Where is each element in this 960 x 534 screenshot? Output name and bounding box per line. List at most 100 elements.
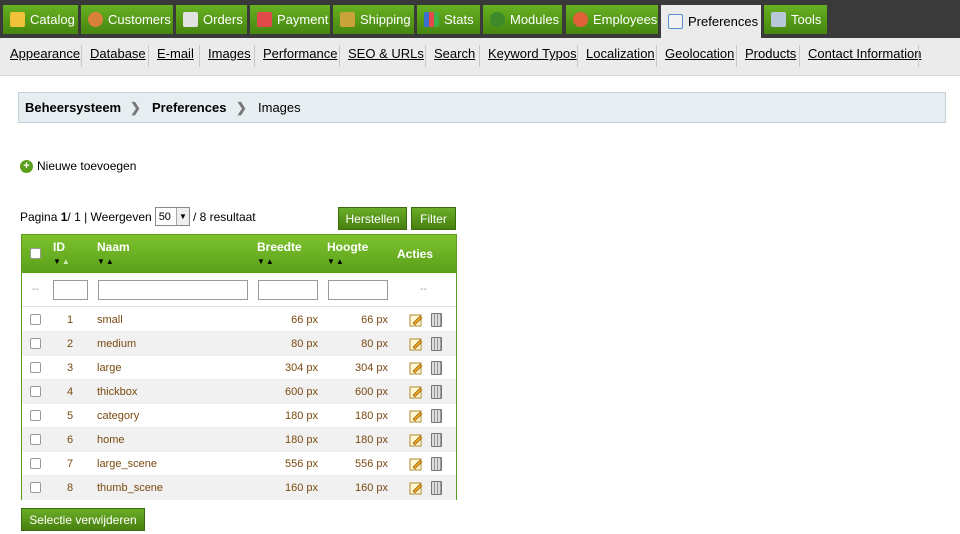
sort-name[interactable]: ▼▲ bbox=[97, 257, 115, 266]
add-new-label: Nieuwe toevoegen bbox=[37, 159, 137, 173]
cell-width: 66 px bbox=[291, 314, 318, 326]
row-checkbox[interactable] bbox=[30, 410, 41, 421]
filter-placeholder: -- bbox=[420, 284, 427, 295]
subtab-performance[interactable]: Performance bbox=[263, 46, 337, 61]
chevron-right-icon: ❯ bbox=[130, 100, 141, 115]
subtab-search[interactable]: Search bbox=[434, 46, 475, 61]
sort-asc-icon[interactable]: ▲ bbox=[62, 257, 71, 266]
table-row[interactable]: 4 thickbox 600 px 600 px bbox=[22, 380, 456, 404]
delete-icon[interactable] bbox=[431, 385, 442, 399]
divider bbox=[577, 45, 578, 67]
divider bbox=[425, 45, 426, 67]
row-checkbox[interactable] bbox=[30, 338, 41, 349]
edit-icon[interactable] bbox=[409, 385, 423, 399]
delete-icon[interactable] bbox=[431, 457, 442, 471]
tab-catalog[interactable]: Catalog bbox=[3, 5, 78, 34]
table-row[interactable]: 6 home 180 px 180 px bbox=[22, 428, 456, 452]
sort-desc-icon[interactable]: ▼ bbox=[327, 257, 336, 266]
row-checkbox[interactable] bbox=[30, 362, 41, 373]
tab-customers[interactable]: Customers bbox=[81, 5, 173, 34]
edit-icon[interactable] bbox=[409, 481, 423, 495]
subtab-database[interactable]: Database bbox=[90, 46, 146, 61]
sort-asc-icon[interactable]: ▲ bbox=[266, 257, 275, 266]
table-header: ID ▼▲ Naam ▼▲ Breedte ▼▲ Hoogte ▼▲ Actie… bbox=[22, 235, 456, 273]
sort-height[interactable]: ▼▲ bbox=[327, 257, 345, 266]
cell-width: 180 px bbox=[284, 410, 318, 422]
breadcrumb-item[interactable]: Beheersysteem bbox=[25, 100, 121, 115]
shipping-icon bbox=[340, 12, 355, 27]
row-checkbox[interactable] bbox=[30, 458, 41, 469]
breadcrumb-item[interactable]: Preferences bbox=[152, 100, 226, 115]
per-page-value: 50 bbox=[158, 210, 171, 223]
images-table: ID ▼▲ Naam ▼▲ Breedte ▼▲ Hoogte ▼▲ Actie… bbox=[21, 234, 457, 500]
table-row[interactable]: 8 thumb_scene 160 px 160 px bbox=[22, 476, 456, 500]
tab-modules[interactable]: Modules bbox=[483, 5, 562, 34]
cell-name: home bbox=[97, 434, 125, 446]
reset-button[interactable]: Herstellen bbox=[338, 207, 407, 230]
delete-icon[interactable] bbox=[431, 361, 442, 375]
edit-icon[interactable] bbox=[409, 313, 423, 327]
delete-icon[interactable] bbox=[431, 409, 442, 423]
subtab-localization[interactable]: Localization bbox=[586, 46, 655, 61]
sort-desc-icon[interactable]: ▼ bbox=[53, 257, 62, 266]
subtab-seo-urls[interactable]: SEO & URLs bbox=[348, 46, 424, 61]
filter-button[interactable]: Filter bbox=[411, 207, 456, 230]
filter-height-input[interactable] bbox=[328, 280, 388, 300]
filter-name-input[interactable] bbox=[98, 280, 248, 300]
subtab-images[interactable]: Images bbox=[208, 46, 251, 61]
edit-icon[interactable] bbox=[409, 457, 423, 471]
select-all-checkbox[interactable] bbox=[30, 248, 41, 259]
header-name: Naam bbox=[97, 240, 130, 254]
table-row[interactable]: 7 large_scene 556 px 556 px bbox=[22, 452, 456, 476]
delete-icon[interactable] bbox=[431, 337, 442, 351]
chevron-down-icon: ▼ bbox=[175, 208, 189, 225]
table-row[interactable]: 3 large 304 px 304 px bbox=[22, 356, 456, 380]
edit-icon[interactable] bbox=[409, 361, 423, 375]
delete-icon[interactable] bbox=[431, 481, 442, 495]
delete-icon[interactable] bbox=[431, 313, 442, 327]
edit-icon[interactable] bbox=[409, 433, 423, 447]
payment-icon bbox=[257, 12, 272, 27]
subtab-appearance[interactable]: Appearance bbox=[10, 46, 80, 61]
subtab-email[interactable]: E-mail bbox=[157, 46, 194, 61]
sort-asc-icon[interactable]: ▲ bbox=[106, 257, 115, 266]
filter-width-input[interactable] bbox=[258, 280, 318, 300]
tab-shipping[interactable]: Shipping bbox=[333, 5, 414, 34]
row-checkbox[interactable] bbox=[30, 314, 41, 325]
edit-icon[interactable] bbox=[409, 337, 423, 351]
delete-icon[interactable] bbox=[431, 433, 442, 447]
row-checkbox[interactable] bbox=[30, 386, 41, 397]
tab-orders[interactable]: Orders bbox=[176, 5, 247, 34]
subtab-keyword-typos[interactable]: Keyword Typos bbox=[488, 46, 577, 61]
tab-stats[interactable]: Stats bbox=[417, 5, 480, 34]
sort-desc-icon[interactable]: ▼ bbox=[97, 257, 106, 266]
delete-selection-button[interactable]: Selectie verwijderen bbox=[21, 508, 145, 531]
subtab-contact-information[interactable]: Contact Information bbox=[808, 46, 921, 61]
sort-width[interactable]: ▼▲ bbox=[257, 257, 275, 266]
subtab-geolocation[interactable]: Geolocation bbox=[665, 46, 734, 61]
employees-icon bbox=[573, 12, 588, 27]
tab-payment[interactable]: Payment bbox=[250, 5, 330, 34]
table-row[interactable]: 2 medium 80 px 80 px bbox=[22, 332, 456, 356]
table-row[interactable]: 1 small 66 px 66 px bbox=[22, 308, 456, 332]
subtab-products[interactable]: Products bbox=[745, 46, 796, 61]
filter-id-input[interactable] bbox=[53, 280, 88, 300]
sort-id[interactable]: ▼▲ bbox=[53, 257, 71, 266]
sort-asc-icon[interactable]: ▲ bbox=[336, 257, 345, 266]
add-new-link[interactable]: + Nieuwe toevoegen bbox=[20, 159, 136, 173]
tab-employees[interactable]: Employees bbox=[566, 5, 658, 34]
sort-desc-icon[interactable]: ▼ bbox=[257, 257, 266, 266]
table-row[interactable]: 5 category 180 px 180 px bbox=[22, 404, 456, 428]
tab-label: Payment bbox=[277, 12, 329, 27]
tab-tools[interactable]: Tools bbox=[764, 5, 827, 34]
pagination-sep: / 1 | Weergeven bbox=[67, 209, 152, 224]
edit-icon[interactable] bbox=[409, 409, 423, 423]
row-checkbox[interactable] bbox=[30, 482, 41, 493]
tab-label: Preferences bbox=[688, 14, 759, 29]
per-page-select[interactable]: 50 ▼ bbox=[154, 207, 190, 226]
tab-preferences[interactable]: Preferences bbox=[661, 5, 761, 38]
cell-height: 160 px bbox=[354, 482, 388, 494]
row-checkbox[interactable] bbox=[30, 434, 41, 445]
divider bbox=[656, 45, 657, 67]
filter-placeholder: -- bbox=[32, 284, 39, 295]
